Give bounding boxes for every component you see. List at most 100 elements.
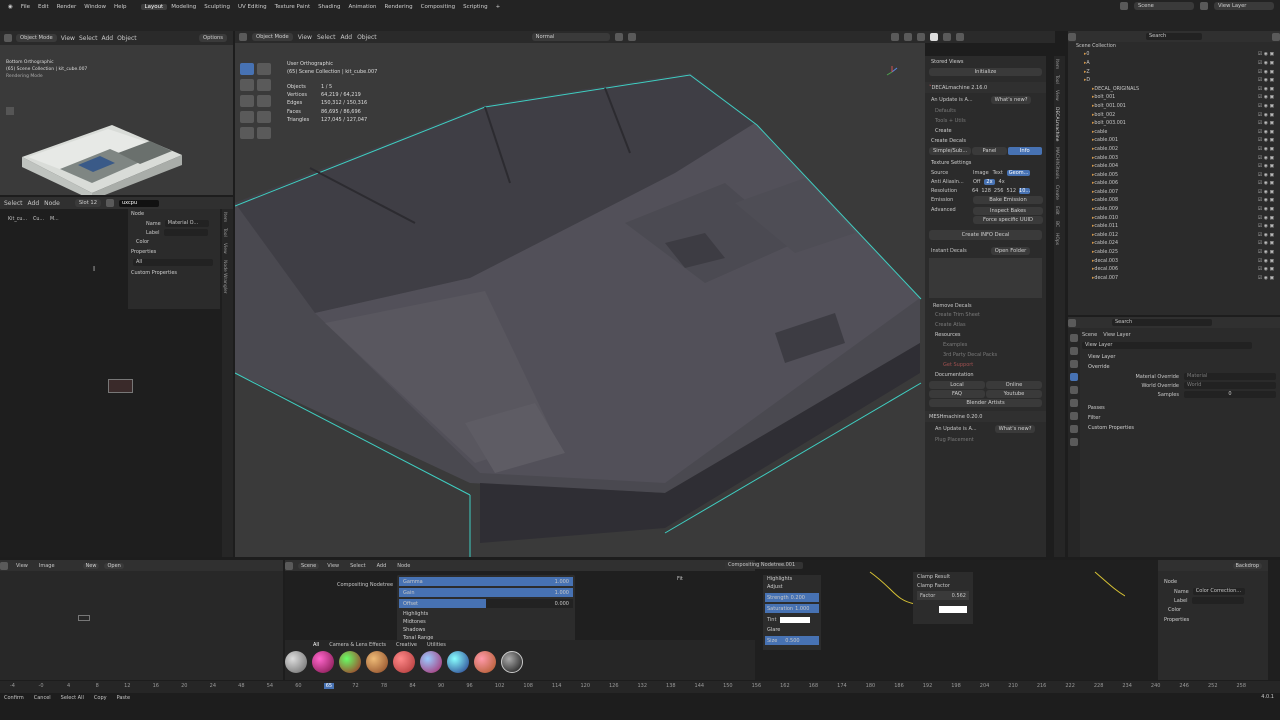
visibility-toggle-icon[interactable]: ☑ ◉ ▣ [1258, 250, 1274, 255]
tools-section[interactable]: Tools + Utils [925, 116, 1046, 126]
viewport-menu-add[interactable]: Add [340, 34, 352, 41]
tint-color-swatch[interactable] [780, 616, 811, 623]
viewport-menu-object[interactable]: Object [357, 34, 377, 41]
viewport-menu-select[interactable]: Select [317, 34, 336, 41]
workspace-tab-rendering[interactable]: Rendering [381, 4, 417, 10]
mini-viewport[interactable]: Bottom Orthographic (65) Scene Collectio… [0, 45, 233, 195]
examples-item[interactable]: Examples [925, 340, 1046, 350]
menu-edit[interactable]: Edit [34, 4, 53, 10]
menu-window[interactable]: Window [80, 4, 110, 10]
scene-properties-icon[interactable] [1070, 386, 1078, 394]
viewport-mode-dropdown[interactable]: Object Mode [252, 33, 293, 41]
offset-value[interactable]: 0.000 [555, 601, 569, 607]
outliner-row[interactable]: ▸ cable.001 ☑ ◉ ▣ [1068, 137, 1280, 146]
asset-thumb-4[interactable] [366, 651, 388, 673]
outliner-editor-icon[interactable] [1068, 32, 1076, 41]
doc-faq-button[interactable]: FAQ [929, 390, 985, 398]
view-layer-properties-icon[interactable] [1070, 373, 1078, 381]
solid-shading-icon[interactable] [929, 33, 938, 41]
blender-artists-button[interactable]: Blender Artists [929, 399, 1042, 407]
workspace-tab-scripting[interactable]: Scripting [459, 4, 491, 10]
glare-adjust[interactable]: Adjust [763, 583, 821, 591]
visibility-toggle-icon[interactable]: ☑ ◉ ▣ [1258, 61, 1274, 66]
mini-menu-object[interactable]: Object [117, 35, 137, 42]
proportional-edit-icon[interactable] [627, 33, 636, 41]
comp-menu-node[interactable]: Node [394, 563, 413, 569]
asset-thumb-1[interactable] [285, 651, 307, 673]
outliner-row[interactable]: ▸ bolt_001.001 ☑ ◉ ▣ [1068, 102, 1280, 111]
outliner-row[interactable]: ▸ cable.010 ☑ ◉ ▣ [1068, 214, 1280, 223]
outliner-row[interactable]: ▸ bolt_003.001 ☑ ◉ ▣ [1068, 119, 1280, 128]
side-tab-node-wrangler[interactable]: Node Wrangler [222, 257, 227, 297]
asset-thumb-3[interactable] [339, 651, 361, 673]
breadcrumb-mesh[interactable]: Cu... [33, 217, 44, 222]
plug-placement-section[interactable]: Plug Placement [925, 435, 1046, 445]
image-menu-view[interactable]: View [13, 563, 31, 569]
workspace-tab-texture-paint[interactable]: Texture Paint [271, 4, 315, 10]
outliner-row[interactable]: ▸ bolt_001 ☑ ◉ ▣ [1068, 94, 1280, 103]
current-frame-indicator[interactable]: 65 [323, 683, 335, 689]
image-editor[interactable]: View Image New Open [0, 560, 283, 680]
outliner-row[interactable]: ▸ cable.002 ☑ ◉ ▣ [1068, 145, 1280, 154]
comp-name-field[interactable]: Color Correction... [1192, 588, 1245, 595]
object-properties-icon[interactable] [1070, 412, 1078, 420]
node-menu-add[interactable]: Add [28, 200, 40, 207]
move-tool-icon[interactable] [240, 79, 254, 91]
mini-menu-view[interactable]: View [61, 35, 75, 42]
outliner-row[interactable]: ▸ cable.009 ☑ ◉ ▣ [1068, 205, 1280, 214]
visibility-toggle-icon[interactable]: ☑ ◉ ▣ [1258, 95, 1274, 100]
comp-menu-view[interactable]: View [324, 563, 342, 569]
vtab-edit[interactable]: Edit [1054, 203, 1059, 218]
source-text-option[interactable]: Text [993, 170, 1003, 176]
side-tab-view[interactable]: View [222, 240, 227, 257]
defaults-section[interactable]: Defaults [925, 106, 1046, 116]
aa-4x-option[interactable]: 4x [999, 179, 1005, 185]
mesh-whats-new-button[interactable]: What's new? [994, 424, 1036, 433]
scale-tool-icon[interactable] [240, 95, 254, 107]
asset-thumb-9[interactable] [501, 651, 523, 673]
remove-decals-checkbox[interactable]: Remove Decals [925, 301, 1046, 310]
open-folder-button[interactable]: Open Folder [990, 246, 1031, 255]
outliner-row[interactable]: ▸ D ☑ ◉ ▣ [1068, 76, 1280, 85]
asset-thumb-8[interactable] [474, 651, 496, 673]
new-image-button[interactable]: New [82, 562, 100, 569]
compositor[interactable]: Scene View Select Add Node Compositing N… [285, 560, 1280, 680]
vtab-item[interactable]: Item [1054, 56, 1059, 72]
size-value[interactable]: 0.500 [785, 638, 799, 644]
force-uuid-button[interactable]: Force specific UUID [973, 216, 1043, 224]
visibility-toggle-icon[interactable]: ☑ ◉ ▣ [1258, 259, 1274, 264]
comp-shadows[interactable]: Shadows [397, 626, 575, 634]
inspect-bakes-button[interactable]: Inspect Bakes [973, 207, 1043, 215]
cursor-tool-icon[interactable] [257, 63, 271, 75]
boxcutter-tool-icon[interactable] [257, 127, 271, 139]
glare-section[interactable]: Glare [763, 626, 821, 634]
snap-icon[interactable] [614, 33, 623, 41]
properties-editor-icon[interactable] [1068, 318, 1076, 327]
visibility-toggle-icon[interactable]: ☑ ◉ ▣ [1258, 138, 1274, 143]
initialize-button[interactable]: Initialize [929, 68, 1042, 76]
vtab-bc[interactable]: BC [1054, 218, 1059, 230]
breadcrumb-object[interactable]: Kit_cu... [8, 217, 27, 222]
visibility-toggle-icon[interactable]: ☑ ◉ ▣ [1258, 78, 1274, 83]
visibility-toggle-icon[interactable]: ☑ ◉ ▣ [1258, 156, 1274, 161]
instant-decal-preview[interactable] [929, 258, 1042, 298]
outliner-row[interactable]: ▸ cable.024 ☑ ◉ ▣ [1068, 240, 1280, 249]
create-section[interactable]: Create [925, 126, 1046, 136]
compositor-scene[interactable]: Scene [298, 562, 320, 569]
view-layer-name-field[interactable]: View Layer [1082, 342, 1252, 349]
material-override-field[interactable]: Material [1184, 373, 1276, 380]
comp-highlights[interactable]: Highlights [397, 610, 575, 618]
res-64[interactable]: 64 [972, 188, 978, 194]
comp-node-section[interactable]: Node [1158, 577, 1268, 587]
third-party-item[interactable]: 3rd Party Decal Packs [925, 350, 1046, 360]
glare-node[interactable]: Highlights Adjust Strength 0.200 Saturati… [763, 575, 821, 650]
create-info-decal-button[interactable]: Create INFO Decal [929, 230, 1042, 240]
outliner-row[interactable]: ▸ A ☑ ◉ ▣ [1068, 59, 1280, 68]
doc-local-button[interactable]: Local [929, 381, 985, 389]
breadcrumb-material[interactable]: M... [50, 217, 59, 222]
aa-2x-option[interactable]: 2x [984, 178, 995, 185]
comp-properties-section[interactable]: Properties [1158, 615, 1268, 625]
visibility-toggle-icon[interactable]: ☑ ◉ ▣ [1258, 70, 1274, 75]
visibility-toggle-icon[interactable]: ☑ ◉ ▣ [1258, 113, 1274, 118]
outliner-row[interactable]: ▸ decal.003 ☑ ◉ ▣ [1068, 257, 1280, 266]
